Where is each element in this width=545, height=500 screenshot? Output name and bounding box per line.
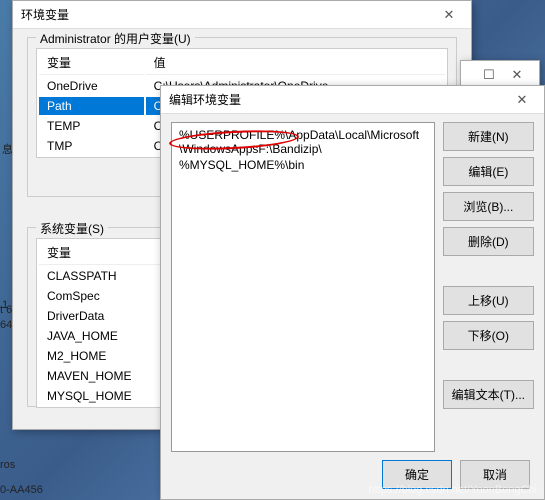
button-column: 新建(N) 编辑(E) 浏览(B)... 删除(D) 上移(U) 下移(O) 编…	[435, 114, 544, 452]
moveup-button[interactable]: 上移(U)	[443, 286, 534, 315]
titlebar: 环境变量 ✕	[13, 1, 471, 29]
path-listbox[interactable]: %USERPROFILE%\AppData\Local\Microsoft\Wi…	[171, 122, 435, 452]
edittext-button[interactable]: 编辑文本(T)...	[443, 380, 534, 409]
watermark: https://blog.csdn.net/YoonBongChi	[369, 484, 537, 496]
list-item[interactable]: %USERPROFILE%\AppData\Local\Microsoft\Wi…	[176, 127, 430, 157]
user-vars-label: Administrator 的用户变量(U)	[36, 30, 195, 47]
maximize-icon[interactable]: ☐	[475, 67, 503, 83]
sys-vars-label: 系统变量(S)	[36, 220, 108, 237]
new-button[interactable]: 新建(N)	[443, 122, 534, 151]
col-var: 变量	[39, 51, 144, 75]
window-title: 环境变量	[21, 6, 435, 23]
titlebar: 编辑环境变量 ✕	[161, 86, 544, 114]
bg-frag: 0-AA456	[0, 480, 43, 500]
bg-frag: 64	[0, 315, 12, 335]
list-item[interactable]: %MYSQL_HOME%\bin	[176, 157, 430, 173]
browse-button[interactable]: 浏览(B)...	[443, 192, 534, 221]
edit-env-window: 编辑环境变量 ✕ %USERPROFILE%\AppData\Local\Mic…	[160, 85, 545, 500]
close-icon[interactable]: ✕	[435, 7, 463, 23]
movedown-button[interactable]: 下移(O)	[443, 321, 534, 350]
bg-frag: ros	[0, 455, 15, 475]
window-title: 编辑环境变量	[169, 91, 508, 108]
delete-button[interactable]: 删除(D)	[443, 227, 534, 256]
edit-button[interactable]: 编辑(E)	[443, 157, 534, 186]
close-icon[interactable]: ✕	[508, 92, 536, 108]
close-icon[interactable]: ✕	[503, 67, 531, 83]
col-val: 值	[146, 51, 445, 75]
